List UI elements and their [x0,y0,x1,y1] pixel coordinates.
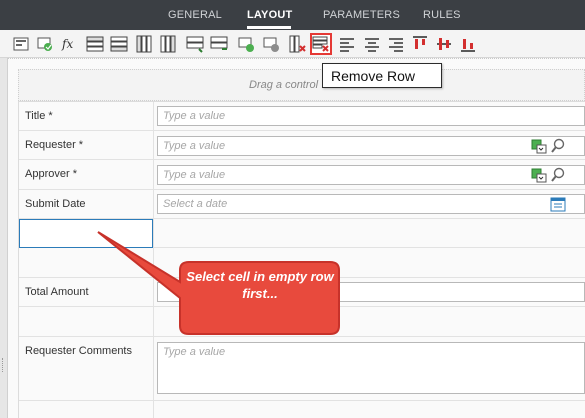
insert-row-below-icon[interactable] [110,35,128,53]
svg-text:fx: fx [61,37,73,51]
top-tab-bar: GENERAL LAYOUT PARAMETERS RULES [0,0,585,30]
resize-handle[interactable] [2,358,5,372]
left-ruler [0,58,8,418]
insert-column-left-icon[interactable] [135,35,153,53]
comments-placeholder: Type a value [163,346,226,358]
cut-icon[interactable] [237,35,255,53]
remove-row-icon[interactable] [310,33,332,55]
table-row-requester-comments: Requester Comments Type a value [19,337,585,401]
approver-placeholder: Type a value [163,169,226,181]
submit-date-label: Submit Date [25,198,86,210]
drop-hint: Drag a control [249,79,319,91]
tab-rules[interactable]: RULES [423,9,461,21]
tab-general[interactable]: GENERAL [168,9,222,21]
layout-table: Title * Type a value Requester * Type a … [18,101,585,418]
selected-cell[interactable] [19,219,153,248]
form-canvas: Drag a control Title * Type a value Requ… [8,58,585,418]
align-right-icon[interactable] [387,35,405,53]
approver-label: Approver * [25,168,77,180]
align-center-icon[interactable] [363,35,381,53]
paste-icon[interactable] [262,35,280,53]
active-tab-indicator [247,26,291,29]
properties-icon[interactable] [12,35,30,53]
remove-column-icon[interactable] [288,35,306,53]
requester-comments-label: Requester Comments [25,345,132,357]
align-bottom-icon[interactable] [459,35,477,53]
date-field[interactable]: Select a date [157,194,585,214]
title-placeholder: Type a value [163,110,226,122]
people-picker-icon[interactable] [531,167,547,183]
refresh-icon[interactable] [36,35,54,53]
table-row-empty[interactable] [19,307,585,337]
table-row-requester: Requester * Type a value [19,131,585,160]
comments-field[interactable]: Type a value [157,342,585,394]
merge-cells-icon[interactable] [186,35,204,53]
align-middle-icon[interactable] [435,35,453,53]
split-cells-icon[interactable] [210,35,228,53]
table-row-submit-date: Submit Date Select a date [19,190,585,219]
remove-row-tooltip: Remove Row [322,63,442,88]
tab-parameters[interactable]: PARAMETERS [323,9,400,21]
insert-row-above-icon[interactable] [86,35,104,53]
table-row-approver: Approver * Type a value [19,160,585,190]
search-icon[interactable] [550,138,566,154]
people-picker-icon[interactable] [531,138,547,154]
title-field[interactable]: Type a value [157,106,585,126]
requester-field[interactable]: Type a value [157,136,585,156]
calendar-icon[interactable] [550,196,566,212]
control-drop-zone[interactable]: Drag a control [18,69,585,101]
approver-field[interactable]: Type a value [157,165,585,185]
layout-toolbar: fx [0,30,585,58]
title-label: Title * [25,110,53,122]
insert-column-right-icon[interactable] [159,35,177,53]
tab-layout[interactable]: LAYOUT [247,9,292,21]
search-icon[interactable] [550,167,566,183]
total-amount-label: Total Amount [25,286,89,298]
requester-label: Requester * [25,139,84,151]
callout-text: Select cell in empty row first... [186,269,334,301]
align-left-icon[interactable] [338,35,356,53]
table-row-title: Title * Type a value [19,102,585,131]
fx-icon[interactable]: fx [60,35,78,53]
date-placeholder: Select a date [163,198,228,210]
align-top-icon[interactable] [411,35,429,53]
tooltip-text: Remove Row [331,68,416,84]
requester-placeholder: Type a value [163,140,226,152]
table-row-empty-selected [19,219,585,248]
